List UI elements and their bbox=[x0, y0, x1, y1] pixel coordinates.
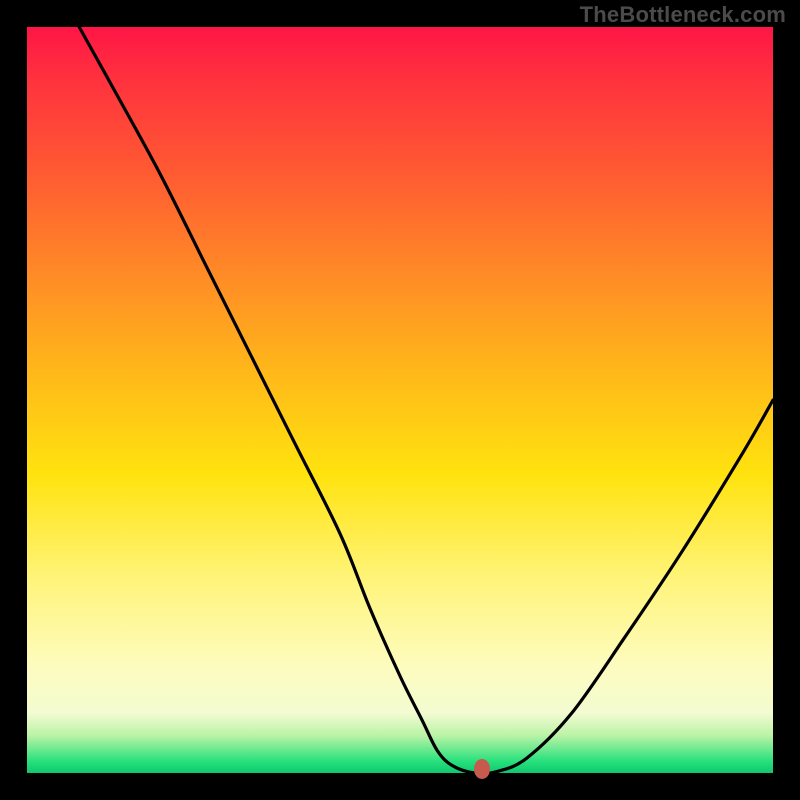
optimum-marker bbox=[474, 759, 490, 779]
plot-area bbox=[27, 27, 773, 773]
curve-path bbox=[79, 27, 773, 773]
bottleneck-curve bbox=[27, 27, 773, 773]
watermark-text: TheBottleneck.com bbox=[580, 2, 786, 28]
chart-frame: TheBottleneck.com bbox=[0, 0, 800, 800]
